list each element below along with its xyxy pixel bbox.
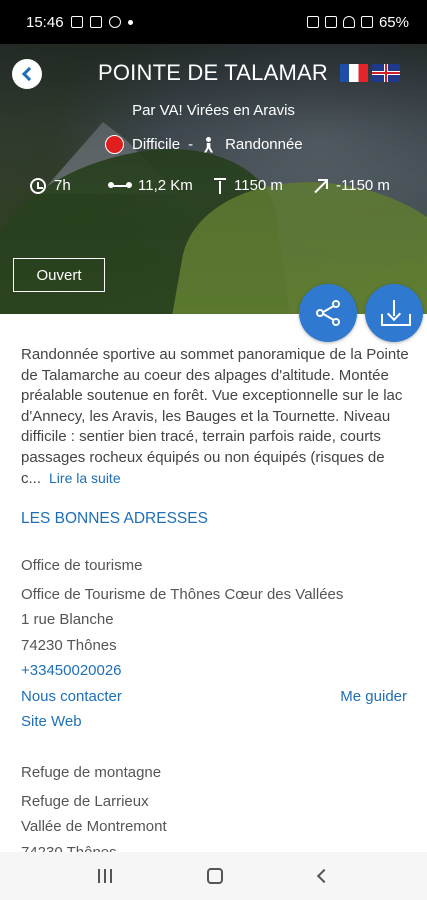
elevation-loss-stat: -1150 m: [314, 177, 390, 194]
elevation-up-icon: [214, 177, 226, 194]
address-street: Vallée de Montremont: [21, 818, 167, 835]
description: Randonnée sportive au sommet panoramique…: [21, 345, 409, 490]
battery-percent: 65%: [378, 13, 409, 31]
duration-value: 7h: [54, 177, 71, 194]
website-link[interactable]: Site Web: [21, 709, 411, 735]
status-time: 15:46: [26, 13, 64, 31]
app-notification-icon: [108, 16, 121, 28]
status-bar: 15:46 65%: [0, 0, 427, 44]
difficulty-label: Difficile: [132, 136, 181, 153]
guide-me-link[interactable]: Me guider: [340, 684, 407, 710]
elevation-gain-stat: 1150 m: [214, 177, 314, 194]
stats-row: 7h 11,2 Km 1150 m -1150 m: [30, 177, 410, 194]
mute-icon: [324, 16, 337, 28]
author-subtitle: Par VA! Virées en Aravis: [132, 102, 295, 119]
phone-link[interactable]: +33450020026: [21, 658, 411, 684]
address-street: 1 rue Blanche: [21, 611, 114, 628]
page-title: POINTE DE TALAMAR: [98, 60, 328, 85]
address-card: Office de tourisme Office de Tourisme de…: [21, 553, 411, 735]
signal-icon: [360, 16, 373, 28]
wifi-icon: [342, 16, 355, 28]
share-button[interactable]: [299, 284, 357, 342]
back-button[interactable]: [12, 59, 42, 89]
main-content: Randonnée sportive au sommet panoramique…: [0, 314, 427, 854]
address-name: Office de Tourisme de Thônes Cœur des Va…: [21, 585, 344, 603]
system-nav-bar: [0, 852, 427, 900]
diagonal-arrow-icon: [314, 178, 328, 193]
address-card: Refuge de montagne Refuge de Larrieux Va…: [21, 760, 411, 854]
description-text: Randonnée sportive au sommet panoramique…: [21, 346, 409, 487]
distance-stat: 11,2 Km: [108, 177, 214, 194]
address-category: Refuge de montagne: [21, 764, 162, 781]
hiker-icon: [201, 136, 217, 153]
more-notifications-icon: [127, 19, 133, 25]
clock-icon: [30, 177, 46, 194]
hero-banner: POINTE DE TALAMAR Par VA! Virées en Arav…: [0, 44, 427, 314]
system-back-button[interactable]: [317, 868, 332, 884]
lock-icon: [306, 16, 319, 28]
elevation-loss-value: -1150 m: [336, 177, 390, 194]
open-status-button[interactable]: Ouvert: [13, 258, 105, 292]
download-icon: [381, 300, 411, 326]
chevron-left-icon: [21, 66, 37, 82]
gallery-notification-icon: [70, 16, 83, 28]
address-city: 74230 Thônes: [21, 636, 117, 654]
distance-value: 11,2 Km: [138, 177, 193, 194]
address-category: Office de tourisme: [21, 557, 143, 574]
language-switcher: [340, 64, 400, 82]
difficulty-row: Difficile - Randonnée: [105, 135, 303, 154]
read-more-link[interactable]: Lire la suite: [49, 470, 121, 486]
home-button[interactable]: [207, 868, 224, 884]
french-flag-icon[interactable]: [340, 64, 368, 82]
download-button[interactable]: [365, 284, 423, 342]
contact-link[interactable]: Nous contacter: [21, 684, 122, 710]
mail-notification-icon: [89, 16, 102, 28]
separator: -: [188, 136, 194, 153]
elevation-gain-value: 1150 m: [234, 177, 283, 194]
recent-apps-button[interactable]: [97, 869, 112, 883]
difficulty-dot-icon: [105, 135, 124, 154]
distance-icon: [108, 181, 132, 188]
share-icon: [315, 300, 341, 326]
address-actions: Nous contacter Me guider: [21, 684, 407, 710]
addresses-section-title: LES BONNES ADRESSES: [21, 510, 208, 527]
activity-label: Randonnée: [225, 136, 303, 153]
address-name: Refuge de Larrieux: [21, 792, 149, 810]
duration-stat: 7h: [30, 177, 110, 194]
english-flag-icon[interactable]: [372, 64, 400, 82]
